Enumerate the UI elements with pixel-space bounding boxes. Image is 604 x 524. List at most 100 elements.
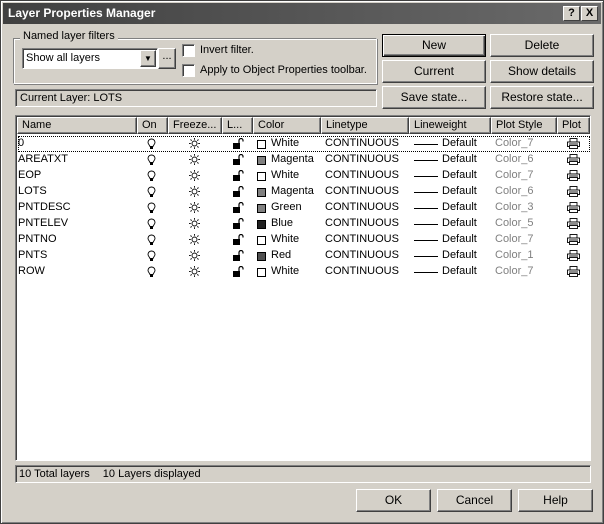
lightbulb-icon[interactable]: [147, 170, 156, 182]
unlocked-padlock-icon[interactable]: [232, 186, 244, 197]
layer-row[interactable]: EOP White CONTINUOUS Default Color_7: [18, 168, 590, 184]
sun-icon[interactable]: [189, 218, 200, 229]
column-header-name[interactable]: Name: [17, 117, 137, 134]
lightbulb-icon[interactable]: [147, 218, 156, 230]
color-swatch[interactable]: [257, 188, 266, 197]
restore-state-button[interactable]: Restore state...: [490, 86, 594, 109]
layer-lineweight[interactable]: Default: [442, 217, 477, 229]
color-swatch[interactable]: [257, 204, 266, 213]
column-header-color[interactable]: Color: [253, 117, 321, 134]
lightbulb-icon[interactable]: [147, 202, 156, 214]
layer-row[interactable]: PNTDESC Green CONTINUOUS Default Color_3: [18, 200, 590, 216]
layer-lineweight[interactable]: Default: [442, 185, 477, 197]
printer-icon[interactable]: [567, 266, 580, 277]
printer-icon[interactable]: [567, 154, 580, 165]
layer-linetype[interactable]: CONTINUOUS: [325, 137, 399, 149]
lightbulb-icon[interactable]: [147, 234, 156, 246]
lightbulb-icon[interactable]: [147, 266, 156, 278]
lightbulb-icon[interactable]: [147, 250, 156, 262]
printer-icon[interactable]: [567, 250, 580, 261]
apply-to-toolbar-checkbox[interactable]: [182, 64, 195, 77]
printer-icon[interactable]: [567, 138, 580, 149]
layer-color[interactable]: White: [271, 137, 299, 149]
layer-color[interactable]: White: [271, 265, 299, 277]
layer-linetype[interactable]: CONTINUOUS: [325, 185, 399, 197]
layer-lineweight[interactable]: Default: [442, 265, 477, 277]
color-swatch[interactable]: [257, 140, 266, 149]
layer-linetype[interactable]: CONTINUOUS: [325, 169, 399, 181]
column-header-plot-style[interactable]: Plot Style: [491, 117, 557, 134]
unlocked-padlock-icon[interactable]: [232, 138, 244, 149]
layer-filter-select[interactable]: Show all layers ▼: [22, 48, 158, 69]
layer-lineweight[interactable]: Default: [442, 153, 477, 165]
layer-lineweight[interactable]: Default: [442, 201, 477, 213]
unlocked-padlock-icon[interactable]: [232, 170, 244, 181]
sun-icon[interactable]: [189, 234, 200, 245]
sun-icon[interactable]: [189, 266, 200, 277]
title-bar[interactable]: Layer Properties Manager ? X: [3, 3, 601, 24]
unlocked-padlock-icon[interactable]: [232, 202, 244, 213]
sun-icon[interactable]: [189, 202, 200, 213]
show-details-button[interactable]: Show details: [490, 60, 594, 83]
printer-icon[interactable]: [567, 234, 580, 245]
column-header-on[interactable]: On: [137, 117, 168, 134]
layer-color[interactable]: Magenta: [271, 185, 314, 197]
layer-color[interactable]: White: [271, 233, 299, 245]
color-swatch[interactable]: [257, 220, 266, 229]
dropdown-arrow-icon[interactable]: ▼: [140, 50, 156, 67]
unlocked-padlock-icon[interactable]: [232, 218, 244, 229]
sun-icon[interactable]: [189, 250, 200, 261]
unlocked-padlock-icon[interactable]: [232, 234, 244, 245]
ok-button[interactable]: OK: [356, 489, 431, 512]
layer-color[interactable]: Blue: [271, 217, 293, 229]
layer-row[interactable]: 0 White CONTINUOUS Default Color_7: [18, 136, 590, 152]
save-state-button[interactable]: Save state...: [382, 86, 486, 109]
column-header-linetype[interactable]: Linetype: [321, 117, 409, 134]
layer-linetype[interactable]: CONTINUOUS: [325, 153, 399, 165]
layer-lineweight[interactable]: Default: [442, 249, 477, 261]
set-current-button[interactable]: Current: [382, 60, 486, 83]
close-button[interactable]: X: [581, 6, 598, 21]
layer-linetype[interactable]: CONTINUOUS: [325, 265, 399, 277]
layer-row[interactable]: PNTELEV Blue CONTINUOUS Default Color_5: [18, 216, 590, 232]
layer-list[interactable]: Name On Freeze... L... Color Linetype Li…: [15, 115, 591, 461]
column-header-lineweight[interactable]: Lineweight: [409, 117, 491, 134]
layer-row[interactable]: PNTNO White CONTINUOUS Default Color_7: [18, 232, 590, 248]
printer-icon[interactable]: [567, 202, 580, 213]
help-title-button[interactable]: ?: [563, 6, 580, 21]
color-swatch[interactable]: [257, 156, 266, 165]
color-swatch[interactable]: [257, 268, 266, 277]
column-header-lock[interactable]: L...: [222, 117, 253, 134]
printer-icon[interactable]: [567, 186, 580, 197]
layer-linetype[interactable]: CONTINUOUS: [325, 201, 399, 213]
color-swatch[interactable]: [257, 172, 266, 181]
cancel-button[interactable]: Cancel: [437, 489, 512, 512]
color-swatch[interactable]: [257, 252, 266, 261]
filter-dialog-button[interactable]: ...: [158, 48, 176, 69]
layer-row[interactable]: AREATXT Magenta CONTINUOUS Default Color_6: [18, 152, 590, 168]
layer-linetype[interactable]: CONTINUOUS: [325, 217, 399, 229]
sun-icon[interactable]: [189, 154, 200, 165]
delete-layer-button[interactable]: Delete: [490, 34, 594, 57]
invert-filter-checkbox[interactable]: [182, 44, 195, 57]
sun-icon[interactable]: [189, 186, 200, 197]
layer-lineweight[interactable]: Default: [442, 137, 477, 149]
layer-color[interactable]: White: [271, 169, 299, 181]
layer-row[interactable]: LOTS Magenta CONTINUOUS Default Color_6: [18, 184, 590, 200]
lightbulb-icon[interactable]: [147, 138, 156, 150]
unlocked-padlock-icon[interactable]: [232, 266, 244, 277]
layer-color[interactable]: Green: [271, 201, 302, 213]
sun-icon[interactable]: [189, 170, 200, 181]
help-button[interactable]: Help: [518, 489, 593, 512]
layer-linetype[interactable]: CONTINUOUS: [325, 249, 399, 261]
layer-lineweight[interactable]: Default: [442, 233, 477, 245]
color-swatch[interactable]: [257, 236, 266, 245]
column-header-freeze[interactable]: Freeze...: [168, 117, 222, 134]
column-header-plot[interactable]: Plot: [557, 117, 590, 134]
lightbulb-icon[interactable]: [147, 154, 156, 166]
layer-color[interactable]: Magenta: [271, 153, 314, 165]
layer-row[interactable]: ROW White CONTINUOUS Default Color_7: [18, 264, 590, 280]
layer-linetype[interactable]: CONTINUOUS: [325, 233, 399, 245]
sun-icon[interactable]: [189, 138, 200, 149]
layer-color[interactable]: Red: [271, 249, 291, 261]
